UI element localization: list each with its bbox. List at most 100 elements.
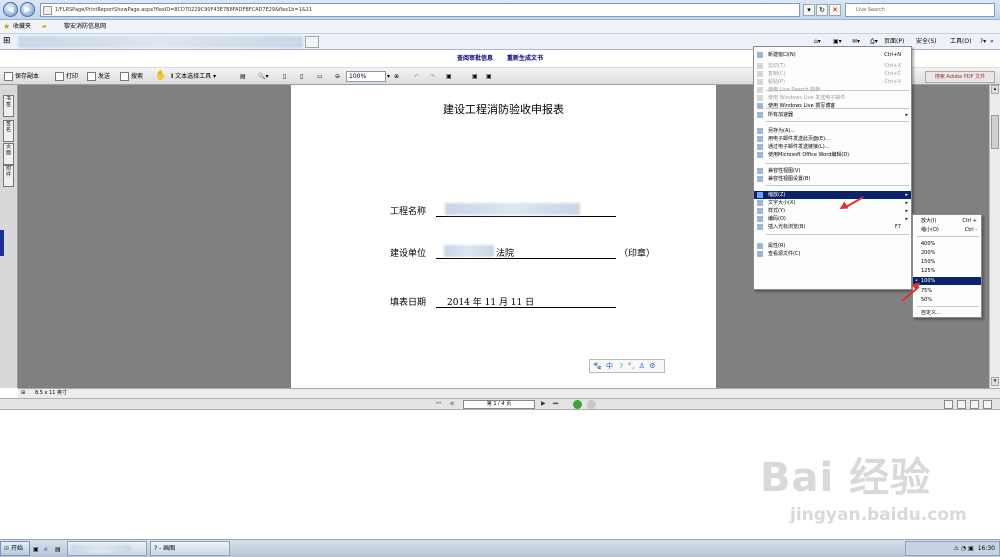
forward-icon[interactable]: ▶ — [20, 2, 35, 17]
context-menu-item[interactable]: 使用 Live Search 转换 — [754, 86, 911, 94]
rail-tab-signatures[interactable]: 签名 — [3, 120, 14, 142]
zoom-level-field[interactable]: 100% — [346, 71, 386, 82]
zoom-out-icon[interactable]: ⊖ — [335, 70, 340, 83]
context-menu-item[interactable]: 编码(O) ▸ — [754, 215, 911, 223]
context-menu-item[interactable]: 剪切(T) Ctrl+X — [754, 62, 911, 70]
rail-tab-attachments[interactable]: 附件 — [3, 165, 14, 187]
context-menu-item[interactable]: 复制(C) Ctrl+C — [754, 70, 911, 78]
zoom-option[interactable]: 400% — [913, 240, 981, 248]
context-menu-item[interactable]: 所有加速器 ▸ — [754, 111, 911, 119]
scroll-down-icon[interactable]: ▾ — [991, 377, 999, 386]
ie-quicklaunch-icon[interactable]: e — [44, 541, 48, 557]
show-desktop-icon[interactable]: ▣ — [33, 541, 39, 557]
context-menu-item[interactable]: 使用 Windows Live 发送电子邮件 — [754, 94, 911, 102]
approval-info-link[interactable]: 查阅审批信息 — [457, 55, 493, 62]
context-menu-item[interactable]: 另存为(A)... — [754, 127, 911, 135]
page-number-field[interactable]: 第 1 / 4 页 — [463, 400, 535, 409]
zoom-option[interactable]: 150% — [913, 258, 981, 266]
address-input[interactable]: 1/FLRSPage/PrintReportShowPage.aspx?flex… — [40, 3, 800, 17]
context-menu-item[interactable]: 查看源文件(C) — [754, 250, 911, 258]
zoom-option[interactable]: 50% — [913, 296, 981, 304]
zoom-dropdown-icon[interactable]: ▾ — [387, 70, 390, 83]
help-icon[interactable]: ?▾ — [980, 34, 986, 49]
facing-view-icon[interactable] — [970, 400, 979, 409]
taskbar-item-paint[interactable]: ? - 画图 — [150, 541, 230, 556]
context-menu-item[interactable]: 用电子邮件发送此页面(E)... — [754, 135, 911, 143]
snapshot-icon[interactable]: ▤ — [240, 70, 246, 83]
context-menu-item[interactable]: 兼容性视图(V) — [754, 167, 911, 175]
fullscreen-icon[interactable]: ▣ — [486, 70, 492, 83]
context-menu-item[interactable]: 通过电子邮件发送链接(L)... — [754, 143, 911, 151]
continuous-view-icon[interactable] — [957, 400, 966, 409]
go-forward-icon[interactable] — [587, 400, 596, 409]
rail-tab-bookmarks[interactable]: 书签 — [3, 95, 14, 117]
print-button[interactable]: 打印 — [55, 70, 78, 83]
fit-page-icon[interactable]: ▯ — [300, 70, 303, 83]
fav-link[interactable]: 黎安消防信息网 — [64, 20, 106, 33]
context-menu-item[interactable]: 属性(R) — [754, 242, 911, 250]
single-page-view-icon[interactable] — [944, 400, 953, 409]
taskbar-item-ie[interactable] — [67, 541, 147, 556]
context-menu-item[interactable]: 兼容性视图设置(B) — [754, 175, 911, 183]
favorites-button[interactable]: 收藏夹 — [13, 20, 31, 33]
stop-icon[interactable]: ✕ — [829, 4, 841, 16]
continuous-facing-view-icon[interactable] — [983, 400, 992, 409]
ime-punct-icon[interactable]: °, — [628, 362, 636, 370]
context-menu-item[interactable]: 使用 Windows Live 撰写博客 — [754, 102, 911, 110]
context-menu-item[interactable]: 文字大小(X) ▸ — [754, 199, 911, 207]
back-icon[interactable]: ◀ — [3, 2, 18, 17]
ime-settings-icon[interactable]: ⚙ — [649, 362, 656, 370]
ime-user-icon[interactable]: ♙ — [639, 362, 646, 370]
zoom-option[interactable]: 自定义... — [913, 309, 981, 317]
zoom-option[interactable]: 200% — [913, 249, 981, 257]
text-select-button[interactable]: I 文本选择工具 ▾ — [171, 70, 216, 83]
last-page-icon[interactable]: ⏭ — [553, 399, 558, 409]
page-view-icon[interactable]: ▣ — [472, 70, 478, 83]
first-page-icon[interactable]: ⏮ — [436, 399, 441, 409]
regenerate-link[interactable]: 重新生成文书 — [507, 55, 543, 62]
zoom-icon[interactable]: 🔍▾ — [258, 70, 268, 83]
quick-tabs-icon[interactable]: ⊞ — [3, 37, 11, 46]
scroll-thumb[interactable] — [991, 115, 999, 149]
ime-lang-toggle[interactable]: 中 — [606, 362, 614, 370]
dropdown-icon[interactable]: ▾ — [803, 4, 815, 16]
send-button[interactable]: 发送 — [87, 70, 110, 83]
actual-size-icon[interactable]: ▯ — [283, 70, 286, 83]
quicklaunch-icon[interactable]: ▤ — [55, 541, 61, 557]
refresh-icon[interactable]: ↻ — [816, 4, 828, 16]
search-adobe-pdf-button[interactable]: 搜索 Adobe PDF 文件 — [925, 71, 995, 83]
new-tab-button[interactable] — [305, 36, 319, 48]
ime-paw-icon[interactable]: 🐾 — [593, 362, 603, 370]
rotate-left-icon[interactable]: ↶ — [414, 70, 419, 83]
active-tab-blurred[interactable] — [18, 36, 303, 48]
context-menu-item[interactable]: 新建窗口(N) Ctrl+N — [754, 51, 911, 59]
start-button[interactable]: ⊞ 开始 — [0, 541, 30, 556]
zoom-option[interactable]: 75% — [913, 287, 981, 295]
hand-tool-icon[interactable]: ✋ — [155, 70, 166, 83]
zoom-option[interactable]: 放大(I) Ctrl + — [913, 217, 981, 225]
rotate-right-icon[interactable]: ↷ — [430, 70, 435, 83]
ime-moon-icon[interactable]: ☽ — [617, 362, 624, 370]
zoom-option[interactable]: 缩小(O) Ctrl - — [913, 226, 981, 234]
tray-icons[interactable]: ⚠◔▣ — [953, 545, 975, 552]
ime-mini-toolbar[interactable]: 🐾 中 ☽ °, ♙ ⚙ — [589, 359, 665, 373]
rail-tab-pages[interactable]: 页面 — [3, 143, 14, 165]
zoom-option[interactable]: • 100% — [913, 277, 981, 285]
more-icon[interactable]: » — [990, 34, 994, 49]
page-tools-icon[interactable]: ▣ — [446, 70, 452, 83]
scroll-up-icon[interactable]: ▴ — [991, 85, 999, 94]
rail-splitter-handle[interactable] — [0, 230, 4, 256]
zoom-in-icon[interactable]: ⊕ — [394, 70, 399, 83]
save-copy-button[interactable]: 保存副本 — [4, 70, 39, 83]
go-back-icon[interactable] — [573, 400, 582, 409]
menu-tools[interactable]: 工具(O) — [950, 34, 971, 49]
prev-page-icon[interactable]: ◀ — [449, 399, 454, 409]
live-search-input[interactable]: Live Search — [845, 3, 995, 17]
zoom-option[interactable]: 125% — [913, 267, 981, 275]
search-button[interactable]: 搜索 — [120, 70, 143, 83]
context-menu-item[interactable]: 使用Microsoft Office Word编辑(D) — [754, 151, 911, 159]
context-menu-item[interactable]: 缩放(Z) ▸ — [754, 191, 911, 199]
next-page-icon[interactable]: ▶ — [541, 399, 546, 409]
menu-safety[interactable]: 安全(S) — [916, 34, 937, 49]
vertical-scrollbar[interactable]: ▴ ▾ — [989, 85, 1000, 388]
